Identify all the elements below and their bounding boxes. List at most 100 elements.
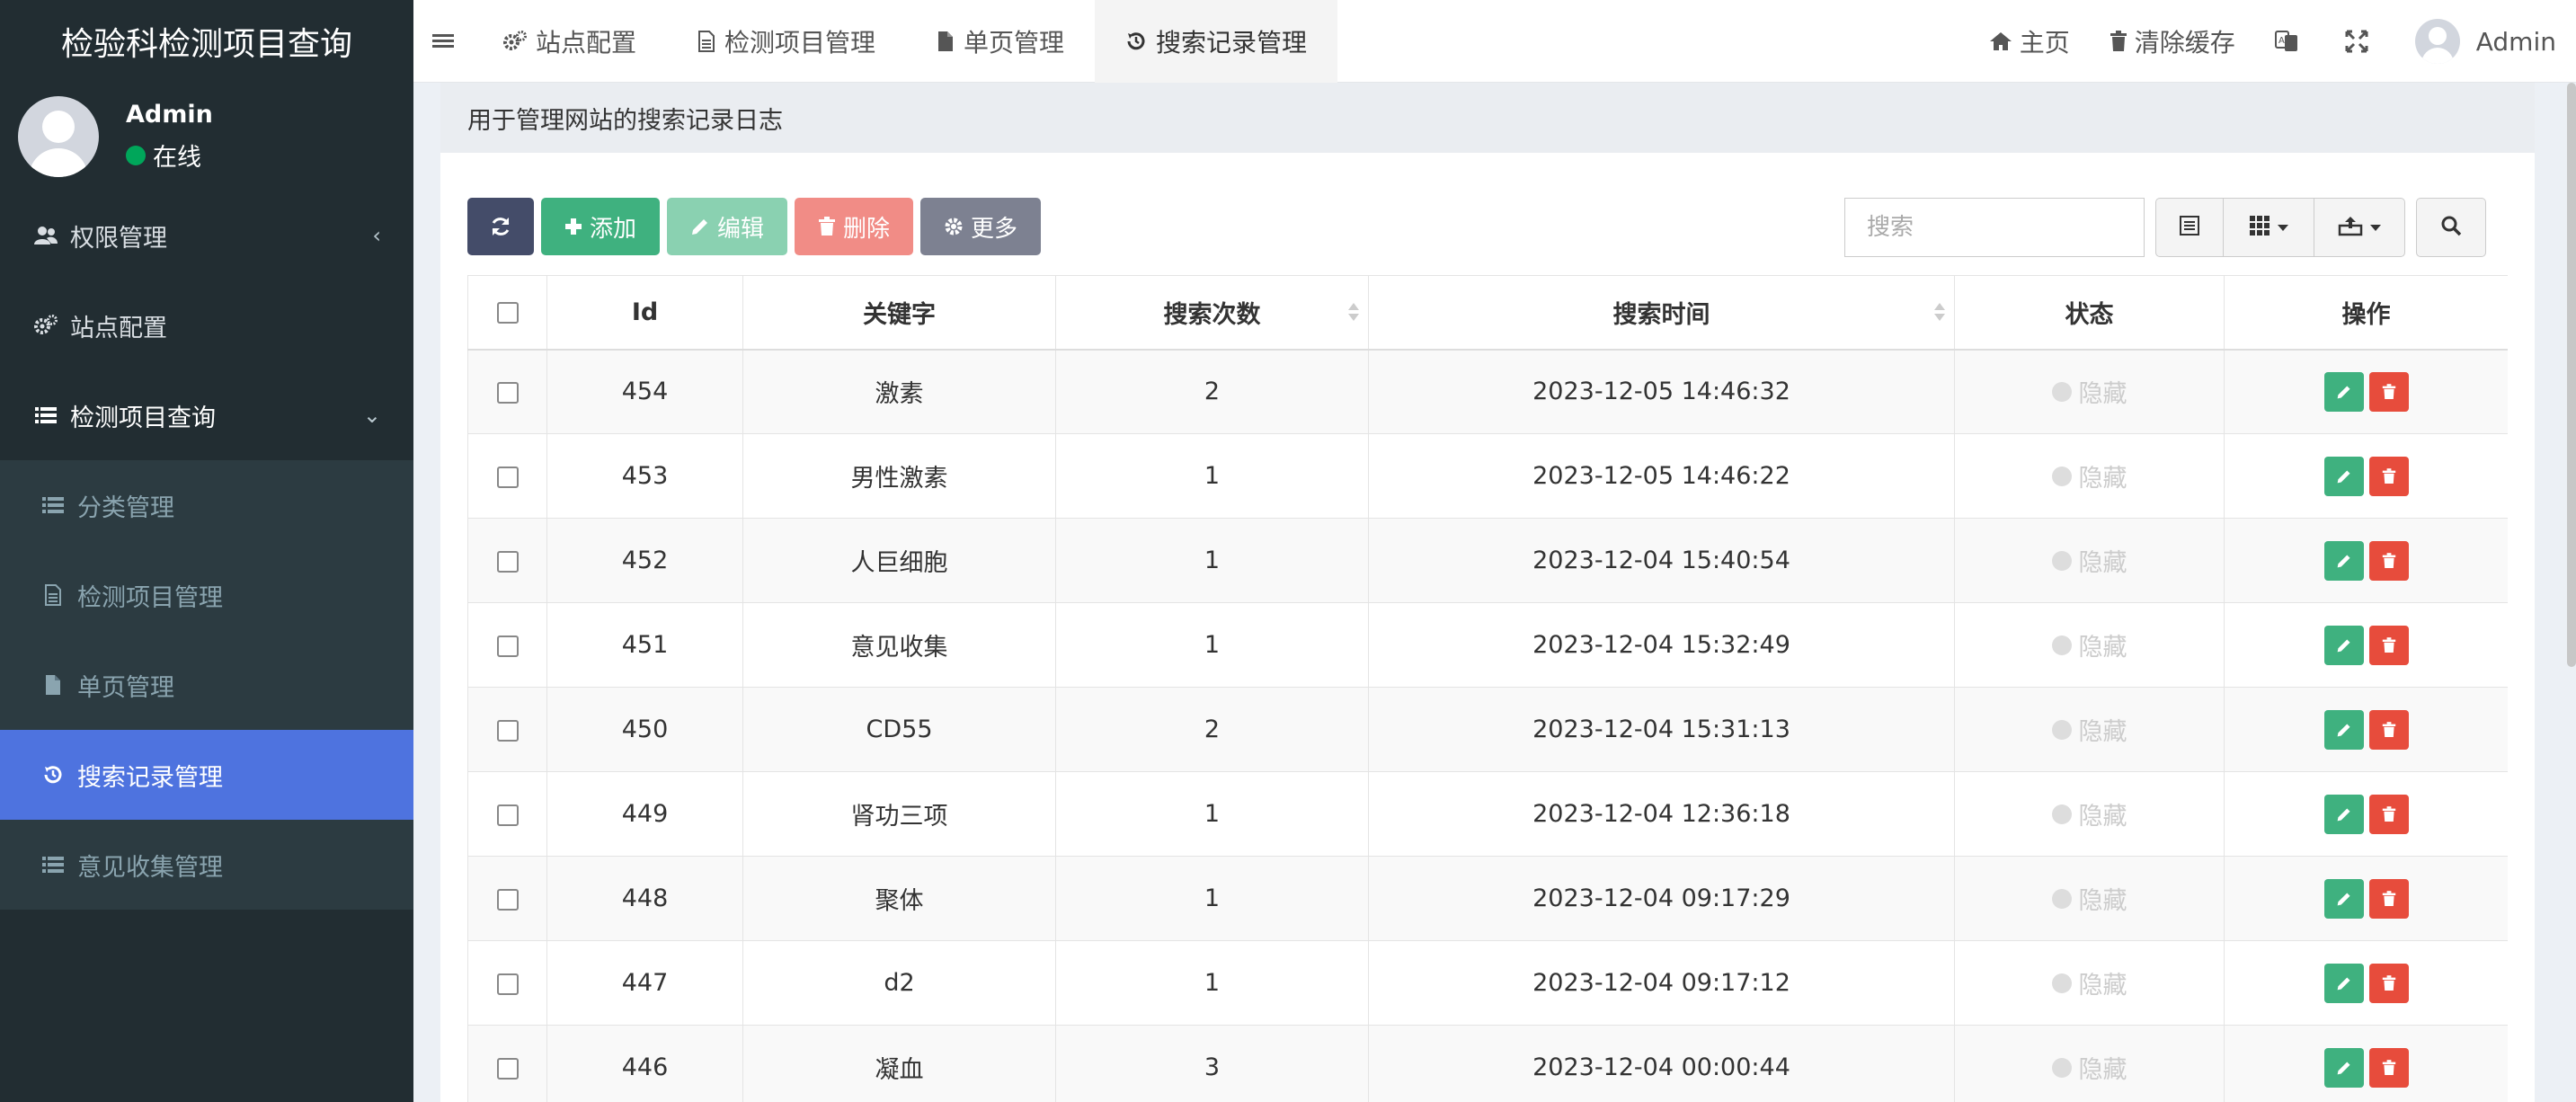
row-edit-button[interactable]	[2323, 1047, 2364, 1088]
edit-button[interactable]: 编辑	[667, 198, 787, 255]
toggle-view-button[interactable]	[2155, 198, 2224, 257]
user-status-label: 在线	[153, 144, 201, 172]
cell-status: 隐藏	[1954, 349, 2225, 434]
cell-id: 448	[546, 856, 743, 941]
pencil-icon	[2336, 468, 2352, 484]
row-edit-button[interactable]	[2323, 625, 2364, 665]
status-toggle[interactable]: 隐藏	[2051, 458, 2127, 493]
cell-id: 451	[546, 602, 743, 688]
row-delete-button[interactable]	[2368, 540, 2409, 581]
row-delete-button[interactable]	[2368, 371, 2409, 412]
table-row[interactable]: 446 凝血 3 2023-12-04 00:00:44 隐藏	[467, 1025, 2508, 1102]
cell-id: 447	[546, 940, 743, 1026]
status-toggle[interactable]: 隐藏	[2051, 627, 2127, 662]
row-delete-button[interactable]	[2368, 1047, 2409, 1088]
row-checkbox[interactable]	[496, 973, 519, 995]
search-input[interactable]	[1844, 198, 2145, 257]
row-edit-button[interactable]	[2323, 794, 2364, 834]
table-row[interactable]: 448 聚体 1 2023-12-04 09:17:29 隐藏	[467, 856, 2508, 941]
col-count[interactable]: 搜索次数	[1055, 275, 1369, 351]
delete-button[interactable]: 删除	[795, 198, 913, 255]
status-toggle[interactable]: 隐藏	[2051, 1050, 2127, 1085]
menu-toggle-icon[interactable]	[413, 0, 473, 83]
refresh-button[interactable]	[467, 198, 534, 255]
clear-cache-link[interactable]: 清除缓存	[2090, 23, 2255, 59]
tab-test-items[interactable]: 检测项目管理	[667, 0, 906, 83]
add-button[interactable]: 添加	[541, 198, 660, 255]
cell-op	[2224, 349, 2508, 434]
table-row[interactable]: 449 肾功三项 1 2023-12-04 12:36:18 隐藏	[467, 771, 2508, 857]
row-checkbox[interactable]	[496, 381, 519, 404]
status-label: 隐藏	[2078, 634, 2127, 662]
tab-site-config[interactable]: 站点配置	[473, 0, 667, 83]
col-keyword[interactable]: 关键字	[742, 275, 1056, 351]
row-edit-button[interactable]	[2323, 878, 2364, 919]
row-checkbox[interactable]	[496, 466, 519, 488]
search-button[interactable]	[2416, 198, 2486, 257]
table-row[interactable]: 454 激素 2 2023-12-05 14:46:32 隐藏	[467, 349, 2508, 434]
row-edit-button[interactable]	[2323, 456, 2364, 496]
row-checkbox[interactable]	[496, 635, 519, 657]
sidebar-item-search-records[interactable]: 搜索记录管理	[0, 730, 413, 820]
status-toggle[interactable]: 隐藏	[2051, 374, 2127, 409]
row-delete-button[interactable]	[2368, 625, 2409, 665]
fullscreen-button[interactable]	[2325, 30, 2395, 53]
row-checkbox[interactable]	[496, 550, 519, 573]
row-checkbox[interactable]	[496, 719, 519, 742]
table-row[interactable]: 451 意见收集 1 2023-12-04 15:32:49 隐藏	[467, 602, 2508, 688]
row-delete-button[interactable]	[2368, 878, 2409, 919]
table-row[interactable]: 452 人巨细胞 1 2023-12-04 15:40:54 隐藏	[467, 518, 2508, 603]
sidebar-item-category[interactable]: 分类管理	[0, 460, 413, 550]
sidebar-item-site[interactable]: 站点配置	[0, 280, 413, 370]
status-toggle[interactable]: 隐藏	[2051, 796, 2127, 831]
sidebar-item-project-query[interactable]: 检测项目查询 ⌄	[0, 370, 413, 460]
col-time[interactable]: 搜索时间	[1368, 275, 1955, 351]
row-checkbox[interactable]	[496, 888, 519, 911]
row-edit-button[interactable]	[2323, 709, 2364, 750]
sidebar-item-feedback[interactable]: 意见收集管理	[0, 820, 413, 910]
export-button[interactable]	[2314, 198, 2405, 257]
sidebar-item-pages[interactable]: 单页管理	[0, 640, 413, 730]
row-delete-button[interactable]	[2368, 456, 2409, 496]
row-edit-button[interactable]	[2323, 371, 2364, 412]
cell-status: 隐藏	[1954, 602, 2225, 688]
row-delete-button[interactable]	[2368, 794, 2409, 834]
cell-keyword: 意见收集	[742, 602, 1056, 688]
row-checkbox[interactable]	[496, 1057, 519, 1080]
tab-search-records[interactable]: 搜索记录管理	[1095, 0, 1338, 83]
row-edit-button[interactable]	[2323, 540, 2364, 581]
file-text-icon	[38, 584, 68, 606]
row-edit-button[interactable]	[2323, 963, 2364, 1003]
table-row[interactable]: 450 CD55 2 2023-12-04 15:31:13 隐藏	[467, 687, 2508, 772]
select-all-checkbox[interactable]	[496, 302, 519, 324]
cell-count: 2	[1055, 349, 1369, 434]
sidebar-item-label: 权限管理	[70, 224, 167, 253]
table-row[interactable]: 453 男性激素 1 2023-12-05 14:46:22 隐藏	[467, 433, 2508, 519]
status-toggle[interactable]: 隐藏	[2051, 712, 2127, 747]
translate-button[interactable]: A	[2255, 30, 2325, 53]
sidebar-item-auth[interactable]: 权限管理 ‹	[0, 191, 413, 280]
brand-title[interactable]: 检验科检测项目查询	[0, 0, 413, 83]
status-toggle[interactable]: 隐藏	[2051, 881, 2127, 916]
page-scrollbar[interactable]	[2567, 83, 2576, 667]
col-id[interactable]: Id	[546, 275, 743, 351]
tab-pages[interactable]: 单页管理	[906, 0, 1095, 83]
trash-icon	[818, 217, 836, 236]
row-checkbox[interactable]	[496, 804, 519, 826]
user-menu[interactable]: Admin	[2395, 19, 2576, 64]
status-toggle[interactable]: 隐藏	[2051, 965, 2127, 1000]
row-delete-button[interactable]	[2368, 709, 2409, 750]
cell-keyword: 肾功三项	[742, 771, 1056, 857]
gear-icon	[944, 217, 964, 236]
status-toggle[interactable]: 隐藏	[2051, 543, 2127, 578]
cell-count: 2	[1055, 687, 1369, 772]
row-delete-button[interactable]	[2368, 963, 2409, 1003]
history-icon	[38, 764, 68, 786]
cell-keyword: 人巨细胞	[742, 518, 1056, 603]
user-name: Admin	[126, 101, 213, 129]
sidebar-item-test-items[interactable]: 检测项目管理	[0, 550, 413, 640]
home-link[interactable]: 主页	[1969, 23, 2090, 59]
more-button[interactable]: 更多	[920, 198, 1041, 255]
columns-button[interactable]	[2223, 198, 2314, 257]
table-row[interactable]: 447 d2 1 2023-12-04 09:17:12 隐藏	[467, 940, 2508, 1026]
